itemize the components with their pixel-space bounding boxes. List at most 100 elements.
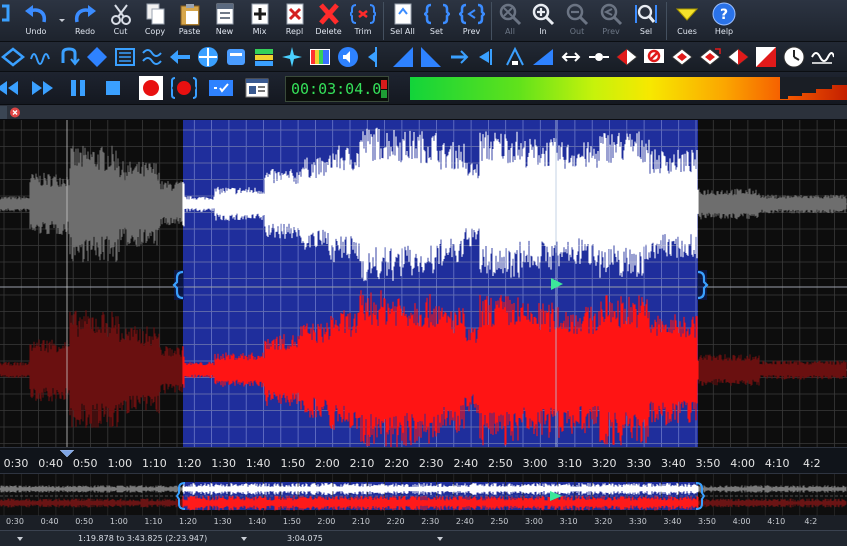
zoom-out-label: Out — [569, 27, 585, 36]
marker-insert-icon[interactable] — [363, 44, 389, 70]
ruler-tick-label: 2:40 — [453, 457, 479, 470]
stop-icon[interactable] — [100, 75, 126, 101]
record-icon[interactable] — [138, 75, 164, 101]
zoom-all-button[interactable]: All — [494, 0, 526, 42]
insert-silence-icon[interactable] — [474, 44, 500, 70]
undo-icon — [25, 5, 47, 23]
record-loop-icon[interactable] — [171, 75, 197, 101]
waveform-canvas[interactable] — [0, 120, 847, 447]
vocal-remove-icon[interactable] — [614, 44, 640, 70]
mix-icon — [251, 3, 268, 25]
overview-right-selected — [182, 495, 699, 511]
overview-tick-label: 2:20 — [386, 517, 405, 526]
chevron-down-icon[interactable] — [241, 537, 247, 541]
copy-button[interactable]: Copy — [138, 0, 172, 42]
trim-label: Trim — [354, 27, 372, 36]
zoom-all-label: All — [505, 27, 515, 36]
paste-label: Paste — [178, 27, 201, 36]
settings-panel-icon[interactable] — [244, 75, 270, 101]
clock-icon[interactable] — [781, 44, 807, 70]
replace-button[interactable]: Repl — [277, 0, 312, 42]
tempo-icon[interactable] — [586, 44, 612, 70]
waveform-view[interactable] — [0, 120, 847, 447]
reverb-icon[interactable] — [697, 44, 723, 70]
normalize-icon[interactable] — [84, 44, 110, 70]
help-button[interactable]: ? Help — [705, 0, 743, 42]
delete-icon — [318, 3, 339, 25]
wave-shape-icon[interactable] — [28, 44, 54, 70]
select-all-icon — [394, 3, 411, 25]
selection-range: 1:19.878 to 3:43.825 (2:23.947) — [78, 534, 208, 543]
phaser-icon[interactable] — [725, 44, 751, 70]
rewind-icon[interactable] — [0, 75, 20, 101]
cut-button[interactable]: Cut — [103, 0, 138, 42]
monitor-icon[interactable] — [208, 75, 234, 101]
fade-out-icon[interactable] — [418, 44, 444, 70]
compress-icon[interactable] — [139, 44, 165, 70]
redo-button[interactable]: Redo — [67, 0, 103, 42]
ruler-tick-label: 3:20 — [591, 457, 617, 470]
pause-icon[interactable] — [65, 75, 91, 101]
copy-icon — [146, 3, 165, 25]
ruler-tick-label: 0:30 — [3, 457, 29, 470]
ruler-tick-label: 4:00 — [730, 457, 755, 470]
ruler-tick-label: 1:30 — [211, 457, 236, 470]
fast-forward-icon[interactable] — [30, 75, 56, 101]
zoom-prev-button[interactable]: Prev — [594, 0, 628, 42]
spectrum-icon[interactable] — [251, 44, 277, 70]
ruler-tick-label: 3:30 — [626, 457, 652, 470]
stereo-icon[interactable] — [669, 44, 695, 70]
overview-tick-label: 0:40 — [40, 517, 59, 526]
equalizer-icon[interactable] — [223, 44, 249, 70]
color-bars-icon[interactable] — [307, 44, 333, 70]
close-icon[interactable] — [0, 105, 24, 120]
flanger-icon[interactable] — [753, 44, 779, 70]
sparkle-icon[interactable] — [279, 44, 305, 70]
trim-button[interactable]: Trim — [345, 0, 381, 42]
zoom-selection-icon — [635, 4, 657, 23]
pan-icon[interactable] — [195, 44, 221, 70]
noise-reduction-icon[interactable] — [530, 44, 556, 70]
new-button[interactable]: New — [207, 0, 242, 42]
reverse-icon[interactable] — [167, 44, 193, 70]
toolbar-overflow[interactable] — [0, 0, 15, 42]
cues-button[interactable]: Cues — [669, 0, 705, 42]
fade-icon[interactable] — [0, 44, 26, 70]
redo-icon — [74, 5, 96, 23]
chevron-down-icon[interactable] — [17, 537, 23, 541]
start-marker-icon[interactable] — [60, 450, 74, 458]
toolbar-divider — [666, 2, 667, 40]
overview-tick-label: 1:00 — [109, 517, 128, 526]
main-toolbar: Undo Redo Cut Copy Paste New Mix Repl De… — [0, 0, 847, 42]
pitch-icon[interactable] — [558, 44, 584, 70]
trim-icon — [350, 4, 376, 24]
waveform-settings-icon[interactable] — [809, 44, 835, 70]
delete-button[interactable]: Delete — [312, 0, 345, 42]
zoom-in-button[interactable]: In — [526, 0, 560, 42]
volume-icon[interactable] — [335, 44, 361, 70]
overview-tick-label: 1:50 — [282, 517, 301, 526]
fade-in-icon[interactable] — [390, 44, 416, 70]
svg-text:?: ? — [720, 7, 728, 23]
undo-dropdown[interactable] — [57, 0, 67, 42]
overview-tick-label: 2:40 — [455, 517, 474, 526]
chevron-down-icon[interactable] — [437, 537, 443, 541]
amplify-icon[interactable] — [112, 44, 138, 70]
mix-button[interactable]: Mix — [242, 0, 277, 42]
prev-selection-button[interactable]: Prev — [454, 0, 489, 42]
zoom-out-button[interactable]: Out — [560, 0, 594, 42]
mix-label: Mix — [252, 27, 267, 36]
silence-icon[interactable] — [446, 44, 472, 70]
zoom-selection-button[interactable]: Sel — [628, 0, 664, 42]
help-label: Help — [714, 27, 734, 36]
overview-pane[interactable] — [0, 473, 847, 516]
undo-button[interactable]: Undo — [15, 0, 57, 42]
zoom-all-icon — [499, 3, 522, 26]
select-all-button[interactable]: Sel All — [386, 0, 419, 42]
echo-icon[interactable] — [641, 44, 667, 70]
overview-canvas[interactable] — [0, 474, 847, 516]
paste-button[interactable]: Paste — [172, 0, 207, 42]
loop-icon[interactable] — [56, 44, 82, 70]
envelope-icon[interactable] — [502, 44, 528, 70]
set-button[interactable]: Set — [419, 0, 454, 42]
